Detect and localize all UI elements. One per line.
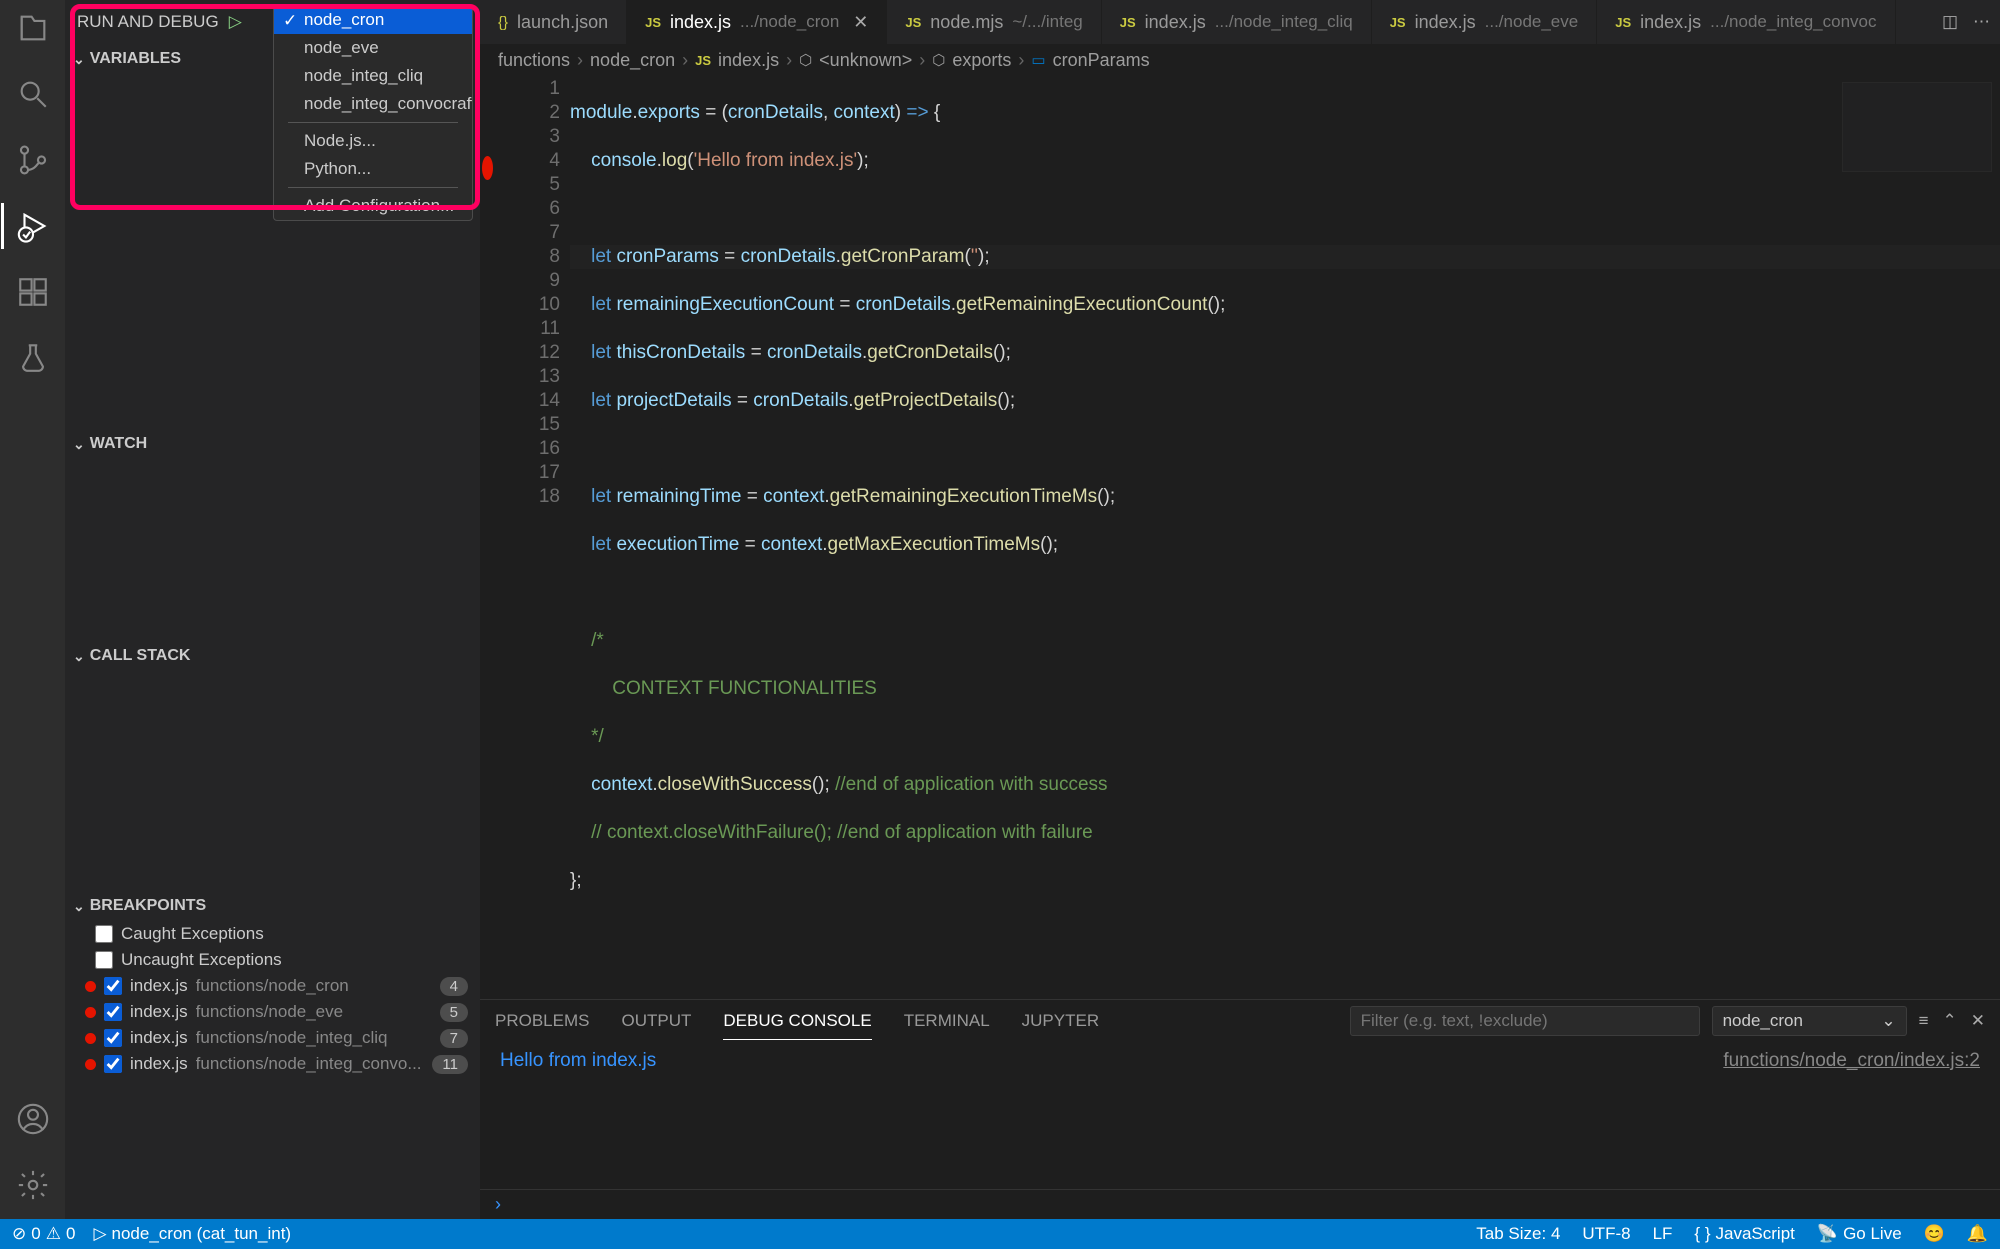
breakpoint-item[interactable]: index.jsfunctions/node_integ_convo...11: [65, 1051, 480, 1077]
breakpoint-dot-icon: [85, 981, 96, 992]
checkbox[interactable]: [104, 1003, 122, 1021]
breakpoint-item[interactable]: index.jsfunctions/node_integ_cliq7: [65, 1025, 480, 1051]
code-content[interactable]: module.exports = (cronDetails, context) …: [570, 76, 2000, 999]
collapse-icon[interactable]: ⌃: [1943, 1011, 1957, 1031]
checkbox[interactable]: [104, 977, 122, 995]
debug-config-option[interactable]: node_integ_cliq: [274, 62, 472, 90]
line-numbers: 123456789101112131415161718: [500, 76, 570, 999]
status-bell-icon[interactable]: 🔔: [1967, 1224, 1988, 1244]
add-configuration-option[interactable]: Add Configuration...: [274, 192, 472, 220]
breakpoint-dot-icon: [85, 1033, 96, 1044]
chevron-down-icon: ⌄: [1881, 1011, 1895, 1031]
workbench: RUN AND DEBUG ▷ ⋯ ✓node_cron node_eve no…: [0, 0, 2000, 1219]
breakpoint-dot-icon: [85, 1007, 96, 1018]
activity-bar: [0, 0, 65, 1219]
minimap[interactable]: [1842, 82, 1992, 172]
status-errors[interactable]: ⊘ 0 ⚠ 0: [12, 1224, 75, 1244]
run-debug-icon[interactable]: [15, 208, 51, 244]
status-eol[interactable]: LF: [1653, 1224, 1673, 1244]
uncaught-exceptions-toggle[interactable]: Uncaught Exceptions: [65, 947, 480, 973]
debug-session-select[interactable]: node_cron⌄: [1712, 1006, 1907, 1036]
panel-tab-jupyter[interactable]: JUPYTER: [1022, 1003, 1099, 1039]
checkbox[interactable]: [104, 1055, 122, 1073]
checkbox[interactable]: [104, 1029, 122, 1047]
source-control-icon[interactable]: [15, 142, 51, 178]
editor-tab[interactable]: JSindex.js.../node_integ_convoc: [1597, 0, 1895, 44]
panel-tab-terminal[interactable]: TERMINAL: [904, 1003, 990, 1039]
editor-tab[interactable]: JSindex.js.../node_integ_cliq: [1102, 0, 1372, 44]
run-and-debug-label: RUN AND DEBUG: [77, 12, 219, 32]
breadcrumbs[interactable]: functions› node_cron› JSindex.js› ⬡<unkn…: [480, 44, 2000, 76]
glyph-margin[interactable]: [480, 76, 500, 999]
status-encoding[interactable]: UTF-8: [1582, 1224, 1630, 1244]
callstack-section-header[interactable]: ⌄CALL STACK: [65, 641, 480, 671]
watch-section-header[interactable]: ⌄WATCH: [65, 429, 480, 459]
debug-sidebar-title: RUN AND DEBUG ▷ ⋯ ✓node_cron node_eve no…: [65, 0, 480, 44]
editor-tab[interactable]: JSindex.js.../node_cron✕: [627, 0, 887, 44]
accounts-icon[interactable]: [15, 1101, 51, 1137]
testing-icon[interactable]: [15, 340, 51, 376]
debug-console-input[interactable]: ›: [480, 1189, 2000, 1219]
console-source-link[interactable]: functions/node_cron/index.js:2: [1723, 1050, 1980, 1181]
split-editor-icon[interactable]: ◫: [1942, 12, 1958, 32]
search-icon[interactable]: [15, 76, 51, 112]
status-language[interactable]: { } JavaScript: [1694, 1224, 1794, 1244]
console-output-line: Hello from index.js: [500, 1050, 656, 1181]
editor-tab[interactable]: JSindex.js.../node_eve: [1372, 0, 1598, 44]
bottom-panel: PROBLEMS OUTPUT DEBUG CONSOLE TERMINAL J…: [480, 999, 2000, 1219]
close-panel-icon[interactable]: ✕: [1971, 1011, 1985, 1031]
more-icon[interactable]: ⋯: [1973, 12, 1990, 32]
settings-gear-icon[interactable]: [15, 1167, 51, 1203]
debug-console-filter-input[interactable]: [1350, 1006, 1700, 1036]
debug-env-option[interactable]: Python...: [274, 155, 472, 183]
status-feedback-icon[interactable]: 😊: [1924, 1224, 1945, 1244]
code-editor[interactable]: 123456789101112131415161718 module.expor…: [480, 76, 2000, 999]
debug-config-option[interactable]: node_integ_convocraft: [274, 90, 472, 118]
status-tab-size[interactable]: Tab Size: 4: [1476, 1224, 1560, 1244]
clear-console-icon[interactable]: ≡: [1919, 1011, 1929, 1031]
editor-tabs: {}launch.json JSindex.js.../node_cron✕ J…: [480, 0, 2000, 44]
editor-tab[interactable]: JSnode.mjs~/.../integ: [887, 0, 1101, 44]
checkbox[interactable]: [95, 951, 113, 969]
panel-tab-output[interactable]: OUTPUT: [621, 1003, 691, 1039]
start-debug-button[interactable]: ▷: [229, 12, 242, 32]
breakpoint-item[interactable]: index.jsfunctions/node_eve5: [65, 999, 480, 1025]
breakpoint-item[interactable]: index.jsfunctions/node_cron4: [65, 973, 480, 999]
extensions-icon[interactable]: [15, 274, 51, 310]
debug-sidebar: RUN AND DEBUG ▷ ⋯ ✓node_cron node_eve no…: [65, 0, 480, 1219]
close-icon[interactable]: ✕: [853, 12, 868, 33]
editor-area: {}launch.json JSindex.js.../node_cron✕ J…: [480, 0, 2000, 1219]
checkbox[interactable]: [95, 925, 113, 943]
debug-env-option[interactable]: Node.js...: [274, 127, 472, 155]
caught-exceptions-toggle[interactable]: Caught Exceptions: [65, 921, 480, 947]
breakpoint-glyph-icon[interactable]: [482, 156, 493, 180]
debug-config-dropdown[interactable]: ✓node_cron node_eve node_integ_cliq node…: [273, 5, 473, 221]
panel-tab-problems[interactable]: PROBLEMS: [495, 1003, 589, 1039]
debug-config-option[interactable]: ✓node_cron: [274, 6, 472, 34]
editor-tab[interactable]: {}launch.json: [480, 0, 627, 44]
panel-tab-debug-console[interactable]: DEBUG CONSOLE: [723, 1003, 871, 1040]
debug-config-option[interactable]: node_eve: [274, 34, 472, 62]
status-bar: ⊘ 0 ⚠ 0 ▷ node_cron (cat_tun_int) Tab Si…: [0, 1219, 2000, 1249]
status-go-live[interactable]: 📡 Go Live: [1817, 1224, 1902, 1244]
breakpoints-section-header[interactable]: ⌄BREAKPOINTS: [65, 891, 480, 921]
status-debug-config[interactable]: ▷ node_cron (cat_tun_int): [93, 1224, 291, 1244]
explorer-icon[interactable]: [15, 10, 51, 46]
breakpoint-dot-icon: [85, 1059, 96, 1070]
